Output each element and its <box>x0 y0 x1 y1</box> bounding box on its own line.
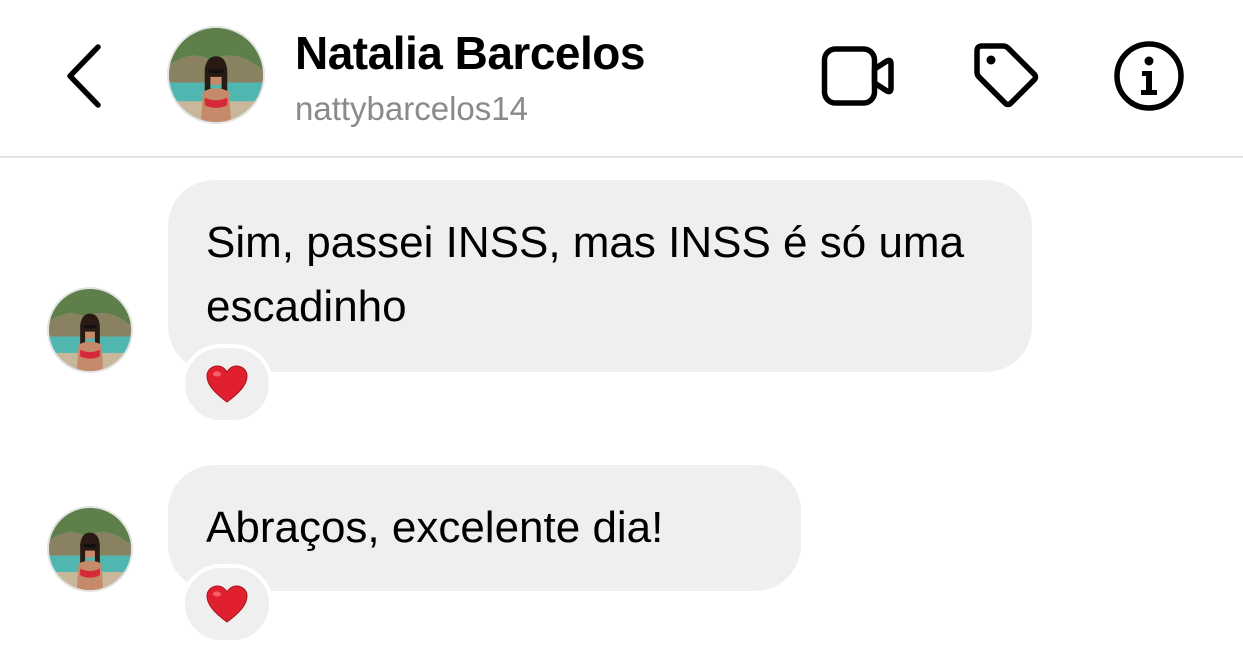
back-button[interactable] <box>56 38 112 114</box>
reaction-badge[interactable] <box>181 344 273 424</box>
contact-username[interactable]: nattybarcelos14 <box>295 90 528 128</box>
chevron-left-icon <box>67 44 101 108</box>
avatar-photo <box>169 28 263 122</box>
info-icon <box>1114 41 1184 111</box>
contact-avatar[interactable] <box>169 28 263 122</box>
message-bubble[interactable]: Abraços, excelente dia! <box>168 465 801 591</box>
message-bubble[interactable]: Sim, passei INSS, mas INSS é só uma esca… <box>168 180 1032 372</box>
tag-button[interactable] <box>968 38 1044 114</box>
heart-icon <box>206 585 248 623</box>
info-button[interactable] <box>1111 38 1187 114</box>
tag-icon <box>974 43 1039 108</box>
sender-avatar[interactable] <box>49 289 131 371</box>
reaction-badge[interactable] <box>181 564 273 644</box>
avatar-photo <box>49 289 131 371</box>
avatar-photo <box>49 508 131 590</box>
heart-icon <box>206 365 248 403</box>
sender-avatar[interactable] <box>49 508 131 590</box>
video-call-button[interactable] <box>820 38 896 114</box>
video-camera-icon <box>821 46 894 106</box>
dm-conversation-screen: Natalia Barcelos nattybarcelos14 Sim, pa… <box>0 0 1243 672</box>
conversation-header: Natalia Barcelos nattybarcelos14 <box>0 0 1243 158</box>
contact-name[interactable]: Natalia Barcelos <box>295 26 645 80</box>
